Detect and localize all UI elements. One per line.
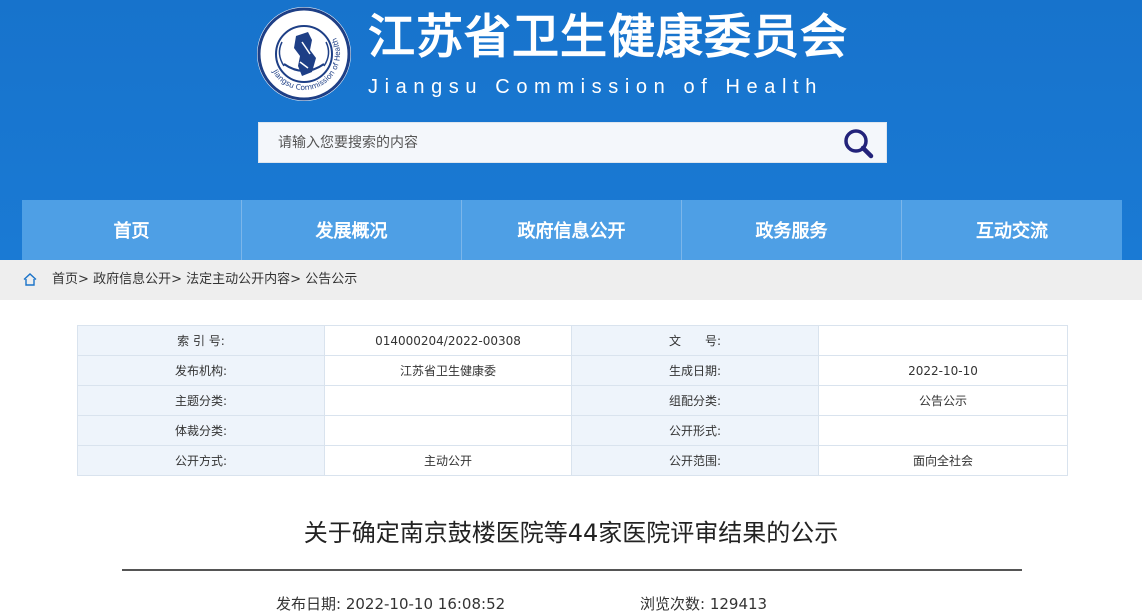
meta-value-category: 公告公示 xyxy=(818,385,1068,416)
document-metadata-table: 索 引 号: 014000204/2022-00308 文 号: 发布机构: 江… xyxy=(77,325,1068,476)
table-row: 体裁分类: 公开形式: xyxy=(77,415,1068,446)
search-icon[interactable] xyxy=(839,127,879,159)
site-title-english: Jiangsu Commission of Health xyxy=(368,76,823,98)
meta-value-publisher: 江苏省卫生健康委 xyxy=(324,355,572,386)
commission-emblem-icon[interactable]: Jiangsu Commission of Health xyxy=(256,6,352,102)
meta-value-index: 014000204/2022-00308 xyxy=(324,325,572,356)
breadcrumb-home[interactable]: 首页 xyxy=(52,272,78,287)
meta-label-doc-number: 文 号: xyxy=(571,325,819,356)
site-header: Jiangsu Commission of Health 江苏省卫生健康委员会 … xyxy=(0,0,1142,260)
meta-value-genre xyxy=(324,415,572,446)
meta-label-index: 索 引 号: xyxy=(77,325,325,356)
table-row: 主题分类: 组配分类: 公告公示 xyxy=(77,385,1068,416)
meta-label-topic: 主题分类: xyxy=(77,385,325,416)
meta-value-form xyxy=(818,415,1068,446)
meta-label-category: 组配分类: xyxy=(571,385,819,416)
meta-value-doc-number xyxy=(818,325,1068,356)
meta-label-form: 公开形式: xyxy=(571,415,819,446)
breadcrumb-separator: > xyxy=(171,272,182,287)
view-count-value: 129413 xyxy=(709,595,768,613)
breadcrumb-separator: > xyxy=(290,272,302,287)
publish-date-label: 发布日期: xyxy=(276,595,342,613)
table-row: 索 引 号: 014000204/2022-00308 文 号: xyxy=(77,325,1068,356)
meta-value-method: 主动公开 xyxy=(324,445,572,476)
meta-value-topic xyxy=(324,385,572,416)
view-count-label: 浏览次数: xyxy=(640,595,706,613)
table-row: 公开方式: 主动公开 公开范围: 面向全社会 xyxy=(77,445,1068,476)
main-nav: 首页 发展概况 政府信息公开 政务服务 互动交流 xyxy=(22,200,1142,260)
table-row: 发布机构: 江苏省卫生健康委 生成日期: 2022-10-10 xyxy=(77,355,1068,386)
home-icon xyxy=(23,273,37,286)
meta-label-publisher: 发布机构: xyxy=(77,355,325,386)
search-input[interactable] xyxy=(259,123,829,162)
publish-date-value: 2022-10-10 16:08:52 xyxy=(345,595,506,613)
view-count: 浏览次数: 129413 xyxy=(640,593,767,614)
breadcrumb-notices[interactable]: 公告公示 xyxy=(305,272,357,287)
nav-item-interaction[interactable]: 互动交流 xyxy=(902,200,1122,260)
breadcrumb-statutory[interactable]: 法定主动公开内容 xyxy=(186,272,290,287)
breadcrumb-separator: > xyxy=(78,272,89,287)
meta-label-genre: 体裁分类: xyxy=(77,415,325,446)
meta-value-created: 2022-10-10 xyxy=(818,355,1068,386)
meta-label-scope: 公开范围: xyxy=(571,445,819,476)
meta-label-created: 生成日期: xyxy=(571,355,819,386)
article-title: 关于确定南京鼓楼医院等44家医院评审结果的公示 xyxy=(303,519,839,547)
site-title: 江苏省卫生健康委员会 xyxy=(368,10,848,65)
divider xyxy=(122,569,1022,571)
publish-date: 发布日期: 2022-10-10 16:08:52 xyxy=(276,593,505,614)
nav-item-services[interactable]: 政务服务 xyxy=(682,200,902,260)
breadcrumb-gov-info[interactable]: 政府信息公开 xyxy=(93,272,171,287)
meta-value-scope: 面向全社会 xyxy=(818,445,1068,476)
breadcrumb: 首页> 政府信息公开> 法定主动公开内容> 公告公示 xyxy=(52,271,357,289)
breadcrumb-bar: 首页> 政府信息公开> 法定主动公开内容> 公告公示 xyxy=(0,260,1142,300)
nav-item-development[interactable]: 发展概况 xyxy=(242,200,462,260)
nav-item-gov-info[interactable]: 政府信息公开 xyxy=(462,200,682,260)
nav-item-home[interactable]: 首页 xyxy=(22,200,242,260)
search-box xyxy=(258,122,887,163)
meta-label-method: 公开方式: xyxy=(77,445,325,476)
